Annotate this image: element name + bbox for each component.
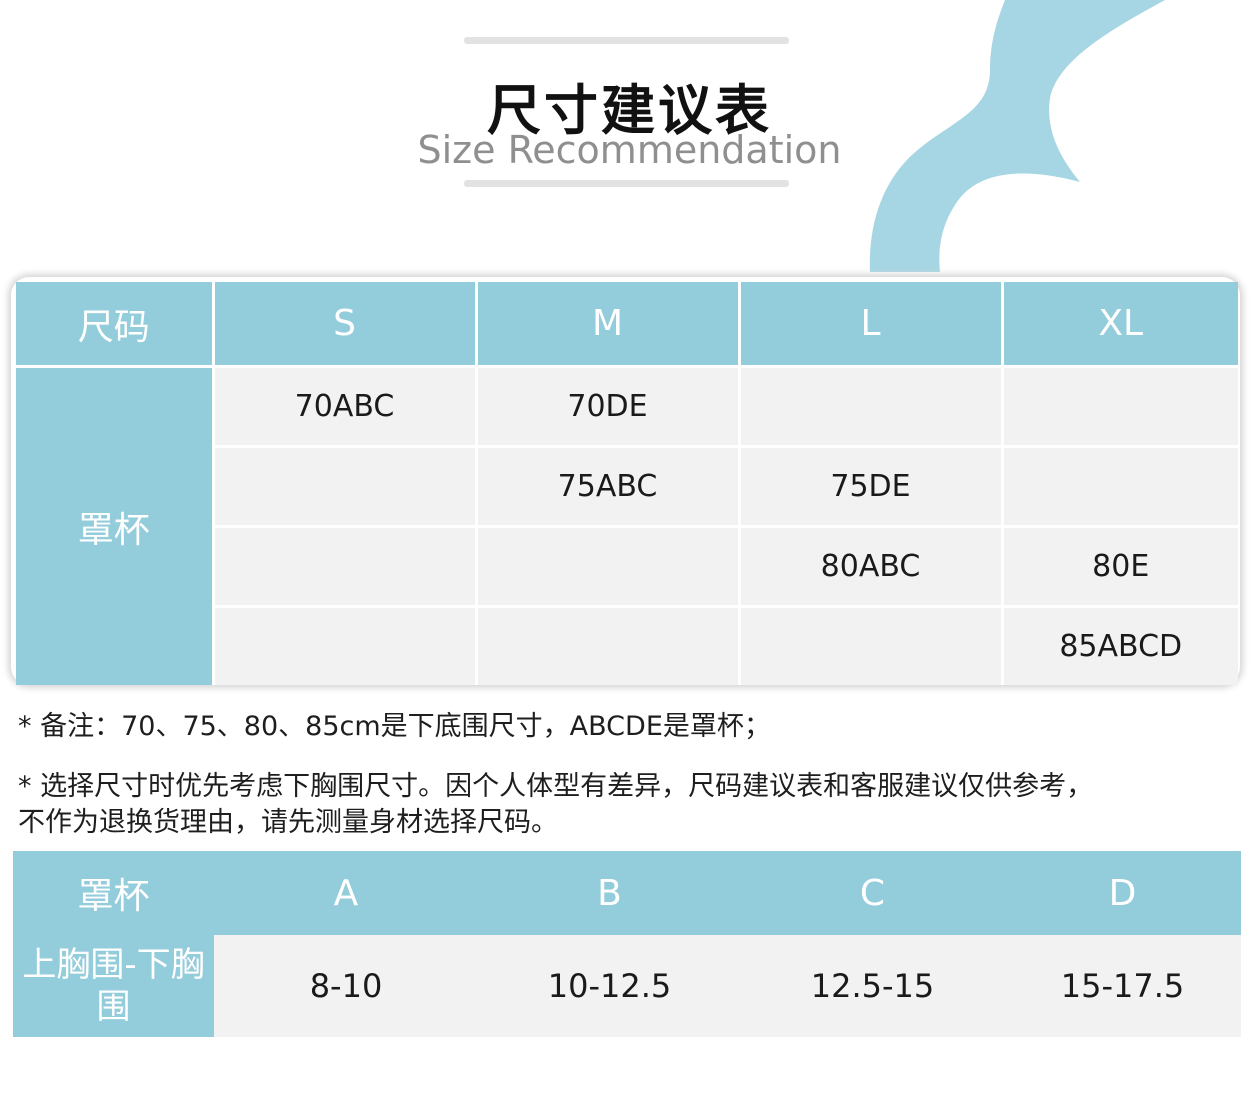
size-table-header-row: 尺码 S M L XL (16, 282, 1238, 367)
table-cell (211, 605, 476, 685)
size-header-l: L (737, 282, 1002, 367)
page-subtitle: Size Recommendation (417, 128, 842, 172)
cup-header-c: C (741, 851, 1004, 935)
cup-table: 罩杯 A B C D 上胸围-下胸围 8-10 10-12.5 12.5-15 … (13, 851, 1241, 1037)
note-remark: * 备注：70、75、80、85cm是下底围尺寸，ABCDE是罩杯； (18, 711, 771, 742)
table-cell (474, 605, 739, 685)
size-header-xl: XL (1000, 282, 1238, 367)
table-cell: 8-10 (214, 935, 478, 1037)
title-top-line (464, 37, 789, 44)
table-cell (1000, 365, 1238, 447)
cup-header-b: B (478, 851, 741, 935)
cup-header-d: D (1004, 851, 1241, 935)
table-cell (737, 605, 1002, 685)
table-cell (474, 525, 739, 607)
title-bottom-line (464, 180, 789, 187)
note-size-advice-line2: 不作为退换货理由，请先测量身材选择尺码。 (18, 807, 558, 838)
table-cell (737, 365, 1002, 447)
table-cell: 75ABC (474, 445, 739, 527)
table-cell: 15-17.5 (1004, 935, 1241, 1037)
cup-row-label: 罩杯 (16, 365, 213, 685)
size-header-s: S (211, 282, 476, 367)
cup-header-label: 罩杯 (13, 851, 214, 935)
table-cell (211, 525, 476, 607)
table-cell: 85ABCD (1000, 605, 1238, 685)
bust-difference-label: 上胸围-下胸围 (13, 935, 214, 1037)
table-cell: 70ABC (211, 365, 476, 447)
table-cell: 12.5-15 (741, 935, 1004, 1037)
note-size-advice-line1: * 选择尺寸时优先考虑下胸围尺寸。因个人体型有差异，尺码建议表和客服建议仅供参考… (18, 771, 1094, 802)
table-cell: 80E (1000, 525, 1238, 607)
cup-header-a: A (214, 851, 478, 935)
size-corner-label: 尺码 (16, 282, 213, 367)
size-header-m: M (474, 282, 739, 367)
cup-table-header-row: 罩杯 A B C D (13, 851, 1241, 935)
table-cell (211, 445, 476, 527)
table-row: 上胸围-下胸围 8-10 10-12.5 12.5-15 15-17.5 (13, 935, 1241, 1037)
table-cell: 80ABC (737, 525, 1002, 607)
table-cell: 10-12.5 (478, 935, 741, 1037)
table-cell (1000, 445, 1238, 527)
table-cell: 70DE (474, 365, 739, 447)
table-row: 罩杯 70ABC 70DE (16, 365, 1238, 685)
size-table: 尺码 S M L XL 罩杯 70ABC 70DE 75ABC 75DE 80A… (16, 282, 1238, 685)
table-cell: 75DE (737, 445, 1002, 527)
